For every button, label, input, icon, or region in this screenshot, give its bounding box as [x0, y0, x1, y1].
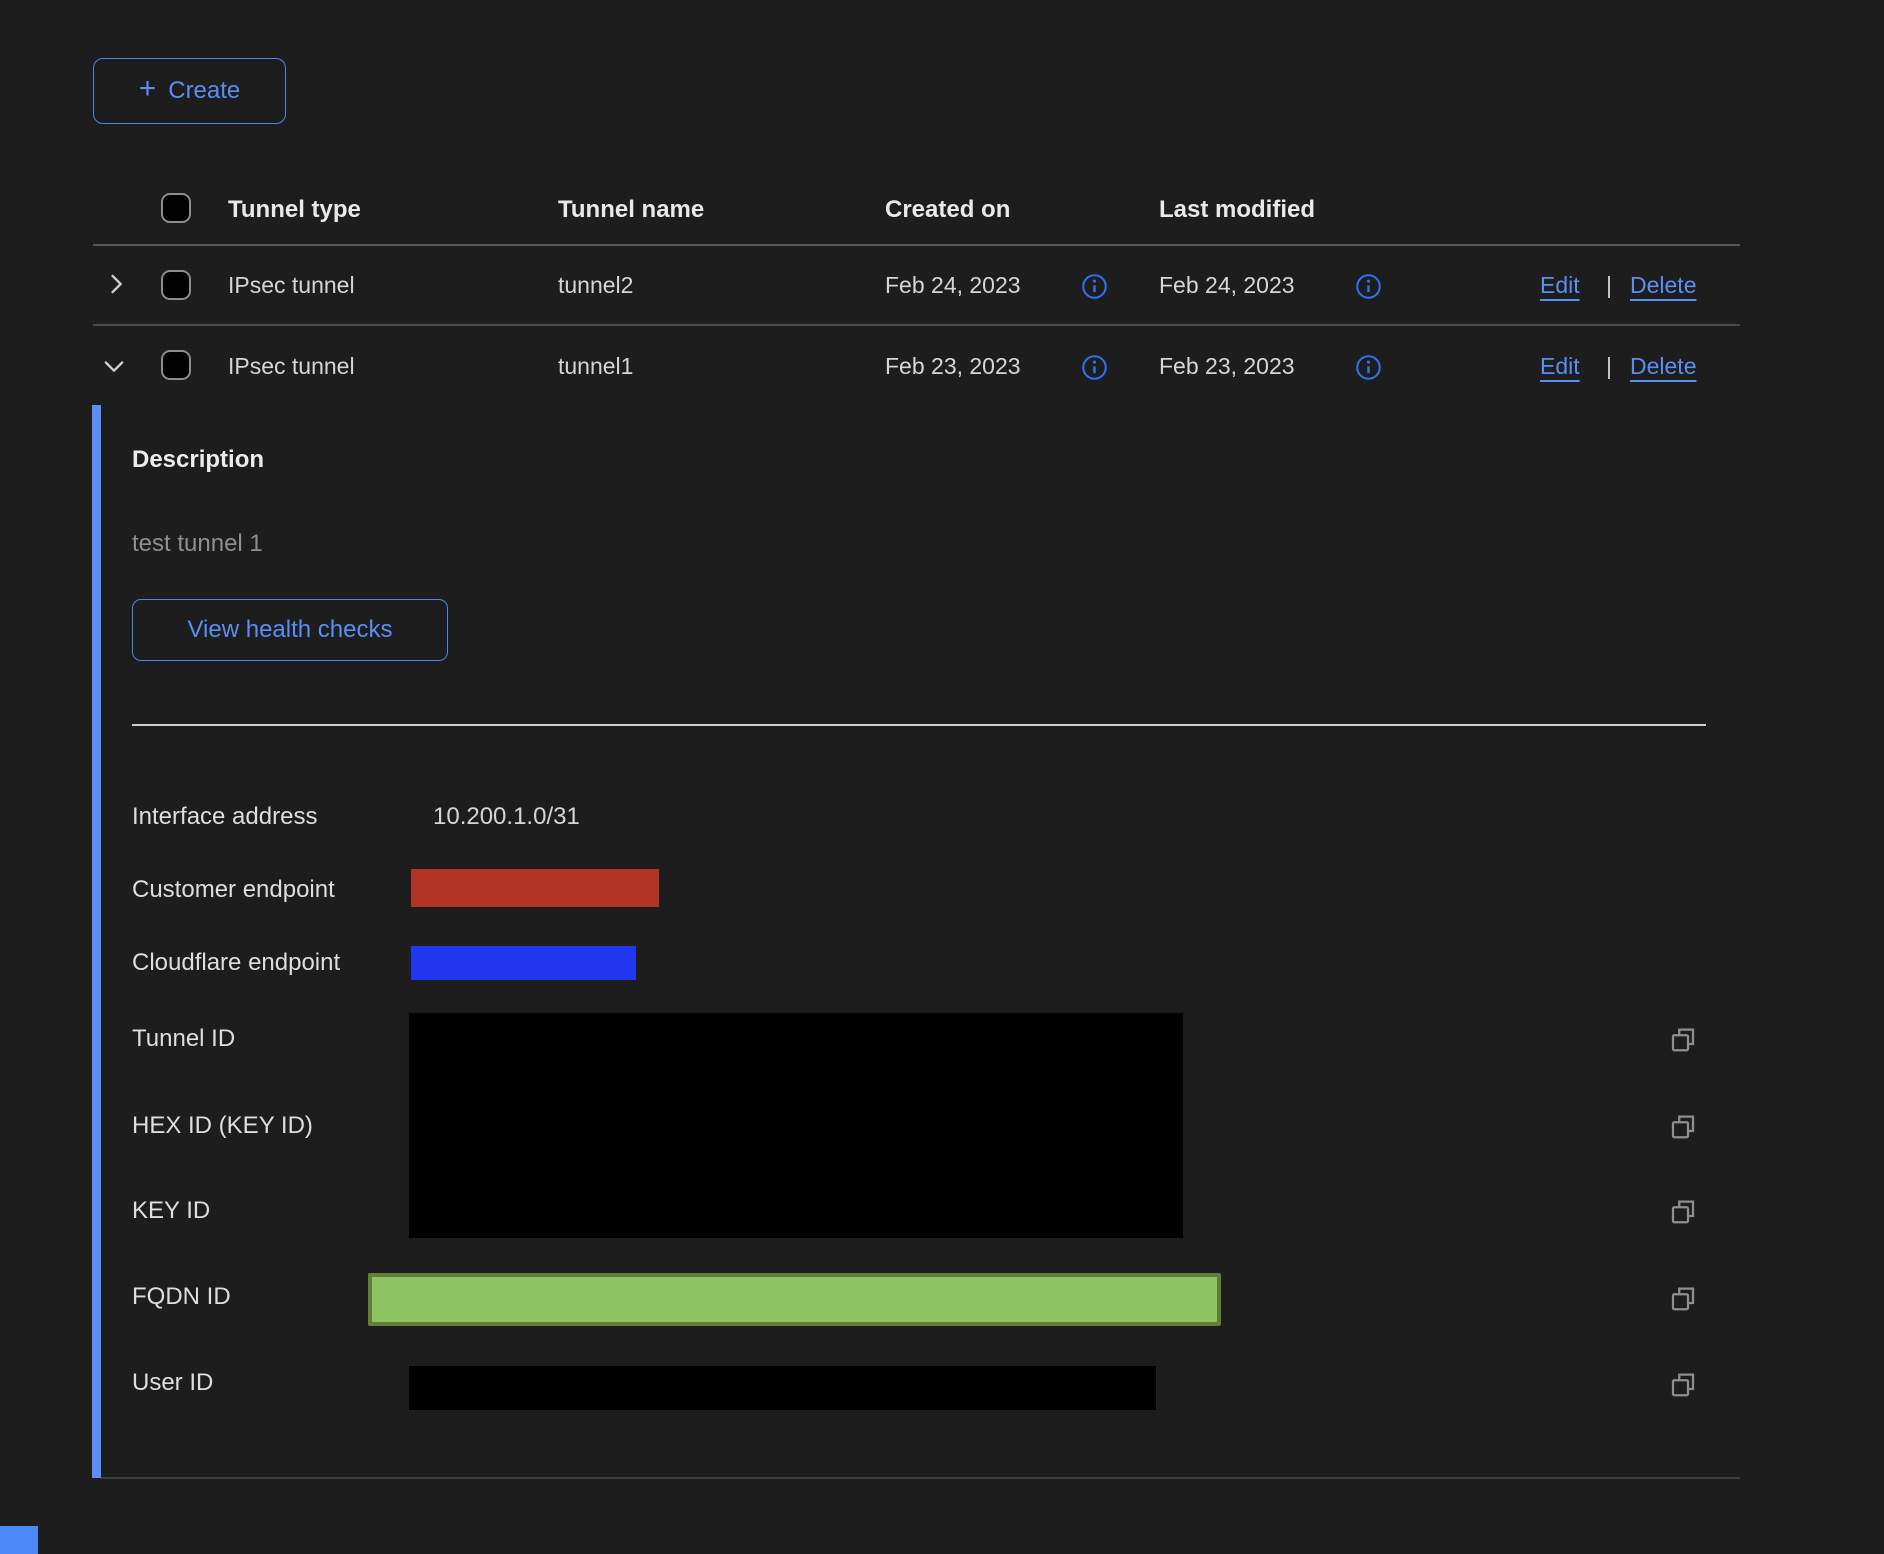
plus-icon: + [139, 74, 157, 104]
create-button[interactable]: + Create [93, 58, 286, 124]
link-separator: | [1606, 353, 1612, 380]
edit-link[interactable]: Edit [1540, 353, 1580, 380]
delete-link[interactable]: Delete [1630, 353, 1696, 380]
interface-address-label: Interface address [132, 803, 317, 831]
info-icon[interactable] [1081, 273, 1108, 300]
link-separator: | [1606, 272, 1612, 299]
tunnel-type-cell: IPsec tunnel [228, 353, 355, 380]
edit-link[interactable]: Edit [1540, 272, 1580, 299]
last-modified-cell: Feb 24, 2023 [1159, 272, 1295, 299]
cloudflare-endpoint-label: Cloudflare endpoint [132, 949, 340, 977]
last-modified-cell: Feb 23, 2023 [1159, 353, 1295, 380]
cloudflare-endpoint-redaction [411, 946, 636, 980]
tunnel-id-label: Tunnel ID [132, 1025, 235, 1053]
info-icon[interactable] [1081, 354, 1108, 381]
description-label: Description [132, 446, 264, 474]
chevron-down-icon[interactable] [100, 352, 128, 380]
copy-icon[interactable] [1668, 1283, 1698, 1313]
row-checkbox[interactable] [161, 270, 191, 300]
expanded-row-indicator-bar [92, 405, 101, 1478]
row-checkbox[interactable] [161, 350, 191, 380]
tunnel-name-cell: tunnel2 [558, 272, 633, 299]
fqdn-id-redaction [368, 1273, 1221, 1326]
customer-endpoint-label: Customer endpoint [132, 876, 335, 904]
ids-redaction-block [409, 1013, 1183, 1238]
column-header-created-on: Created on [885, 196, 1010, 224]
info-icon[interactable] [1355, 354, 1382, 381]
panel-bottom-divider [101, 1477, 1740, 1479]
interface-address-value: 10.200.1.0/31 [433, 803, 580, 831]
key-id-label: KEY ID [132, 1197, 210, 1225]
tunnel-type-cell: IPsec tunnel [228, 272, 355, 299]
view-health-checks-label: View health checks [187, 616, 392, 644]
create-button-label: Create [168, 77, 240, 105]
user-id-redaction [409, 1366, 1156, 1410]
copy-icon[interactable] [1668, 1369, 1698, 1399]
hex-id-label: HEX ID (KEY ID) [132, 1112, 313, 1140]
copy-icon[interactable] [1668, 1111, 1698, 1141]
user-id-label: User ID [132, 1369, 213, 1397]
customer-endpoint-redaction [411, 869, 659, 907]
row-divider [93, 324, 1740, 326]
info-icon[interactable] [1355, 273, 1382, 300]
panel-divider [132, 724, 1706, 726]
chevron-right-icon[interactable] [102, 270, 130, 298]
view-health-checks-button[interactable]: View health checks [132, 599, 448, 661]
tunnels-page: + Create Tunnel type Tunnel name Created… [0, 0, 1884, 1554]
created-on-cell: Feb 24, 2023 [885, 272, 1021, 299]
partial-blue-element [0, 1526, 38, 1554]
column-header-tunnel-type: Tunnel type [228, 196, 361, 224]
copy-icon[interactable] [1668, 1196, 1698, 1226]
created-on-cell: Feb 23, 2023 [885, 353, 1021, 380]
column-header-tunnel-name: Tunnel name [558, 196, 704, 224]
tunnel-name-cell: tunnel1 [558, 353, 633, 380]
select-all-checkbox[interactable] [161, 193, 191, 223]
column-header-last-modified: Last modified [1159, 196, 1315, 224]
fqdn-id-label: FQDN ID [132, 1283, 231, 1311]
copy-icon[interactable] [1668, 1024, 1698, 1054]
delete-link[interactable]: Delete [1630, 272, 1696, 299]
description-value: test tunnel 1 [132, 530, 263, 558]
header-divider [93, 244, 1740, 246]
